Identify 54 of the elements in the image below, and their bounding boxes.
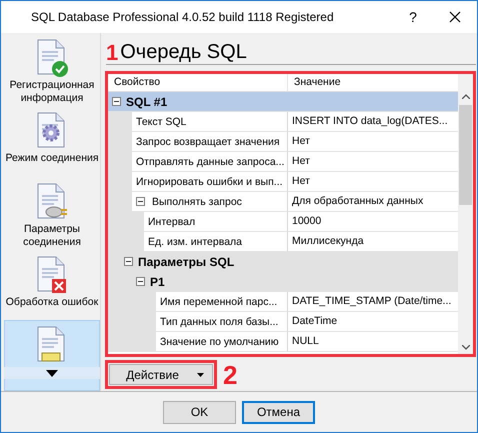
page-heading: Очередь SQL: [120, 40, 247, 64]
property-value[interactable]: DATE_TIME_STAMP (Date/time...: [288, 292, 458, 312]
scroll-thumb[interactable]: [459, 105, 472, 205]
window-title: SQL Database Professional 4.0.52 build 1118 Registered: [31, 10, 335, 24]
dialog-button[interactable]: Отмена: [242, 400, 315, 424]
property-value[interactable]: Миллисекунда: [288, 232, 458, 252]
property-name: Игнорировать ошибки и вып...: [132, 172, 288, 192]
property-name: Запрос возвращает значения: [132, 132, 288, 152]
collapse-icon[interactable]: [136, 197, 145, 206]
sidebar-label: Параметры соединения: [22, 222, 82, 249]
property-name: Имя переменной парс...: [156, 292, 288, 312]
property-name: Тип данных поля базы...: [156, 312, 288, 332]
caret-icon: [196, 372, 204, 376]
category-name: P1: [150, 274, 165, 288]
property-name: Ед. изм. интервала: [144, 232, 288, 252]
scroll-down-icon: [462, 345, 470, 350]
property-value[interactable]: DateTime: [288, 312, 458, 332]
action-dropdown-button[interactable]: Действие: [109, 364, 213, 385]
scroll-up-icon: [462, 94, 470, 99]
down-arrow-icon: [46, 370, 58, 376]
property-name: Отправлять данные запроса...: [132, 152, 288, 172]
collapse-icon[interactable]: [124, 257, 133, 266]
property-name: Выполнять запрос: [132, 192, 288, 212]
sidebar-label: Обработка ошибок: [6, 296, 98, 309]
close-icon: [449, 11, 461, 23]
property-value[interactable]: 10000: [288, 212, 458, 232]
annotation-number: 1: [106, 42, 118, 64]
category-name: Параметры SQL: [138, 254, 234, 268]
property-value[interactable]: NULL: [288, 332, 458, 352]
property-name: Интервал: [144, 212, 288, 232]
property-value[interactable]: Нет: [288, 132, 458, 152]
annotation-number: 2: [223, 364, 238, 386]
collapse-icon[interactable]: [112, 97, 121, 106]
sidebar-label: Регистрационная информация: [8, 79, 96, 105]
collapse-icon[interactable]: [136, 277, 145, 286]
category-name: SQL #1: [126, 94, 168, 108]
category-row[interactable]: SQL #1: [108, 92, 458, 112]
property-value[interactable]: Нет: [288, 152, 458, 172]
sidebar-item[interactable]: Параметры соединения: [4, 176, 100, 250]
property-value[interactable]: INSERT INTO data_log(DATES...: [288, 112, 458, 132]
column-header: Свойство: [108, 74, 288, 91]
property-value[interactable]: Нет: [288, 172, 458, 192]
property-name: Текст SQL: [132, 112, 288, 132]
scroll-down-button[interactable]: [4, 367, 100, 379]
sidebar-label: Режим соединения: [5, 152, 99, 165]
sidebar-item[interactable]: Обработка ошибок: [4, 250, 100, 320]
dialog-button[interactable]: OK: [163, 400, 236, 424]
sidebar-item[interactable]: Регистрационная информация: [4, 33, 100, 106]
sidebar-item[interactable]: Режим соединения: [4, 106, 100, 177]
help-button[interactable]: ?: [393, 1, 433, 33]
column-header: Значение: [293, 75, 341, 90]
property-name: Значение по умолчанию: [156, 332, 288, 352]
vertical-scrollbar[interactable]: [458, 74, 473, 354]
property-value[interactable]: Для обработанных данных: [288, 192, 458, 212]
